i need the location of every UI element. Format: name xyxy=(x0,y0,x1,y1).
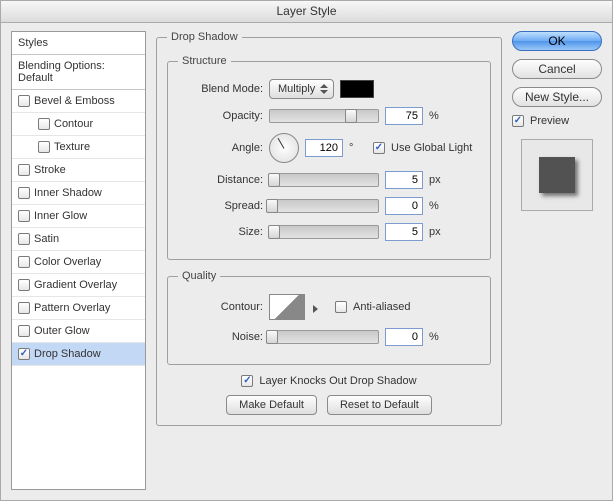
sidebar-checkbox[interactable] xyxy=(18,256,30,268)
sidebar-item-label: Pattern Overlay xyxy=(34,302,110,314)
sidebar-checkbox[interactable] xyxy=(38,141,50,153)
anti-aliased-checkbox[interactable] xyxy=(335,301,347,313)
new-style-button[interactable]: New Style... xyxy=(512,87,602,107)
sidebar-blending-header[interactable]: Blending Options: Default xyxy=(12,55,145,90)
sidebar-item-label: Inner Shadow xyxy=(34,187,102,199)
sidebar-item-bevel-emboss[interactable]: Bevel & Emboss xyxy=(12,90,145,113)
opacity-unit: % xyxy=(429,110,447,122)
angle-input[interactable] xyxy=(305,139,343,157)
layer-knocks-out-label: Layer Knocks Out Drop Shadow xyxy=(259,375,416,387)
shadow-color-swatch[interactable] xyxy=(340,80,374,98)
distance-slider[interactable] xyxy=(269,173,379,187)
sidebar-styles-header[interactable]: Styles xyxy=(12,32,145,55)
anti-aliased-label: Anti-aliased xyxy=(353,301,410,313)
opacity-label: Opacity: xyxy=(178,110,263,122)
preview-swatch xyxy=(539,157,575,193)
sidebar-item-color-overlay[interactable]: Color Overlay xyxy=(12,251,145,274)
sidebar-checkbox[interactable] xyxy=(18,302,30,314)
sidebar-item-contour[interactable]: Contour xyxy=(12,113,145,136)
spread-slider[interactable] xyxy=(269,199,379,213)
noise-label: Noise: xyxy=(178,331,263,343)
sidebar-item-label: Drop Shadow xyxy=(34,348,101,360)
sidebar-item-stroke[interactable]: Stroke xyxy=(12,159,145,182)
sidebar-item-label: Outer Glow xyxy=(34,325,90,337)
sidebar-item-inner-glow[interactable]: Inner Glow xyxy=(12,205,145,228)
sidebar-item-label: Contour xyxy=(54,118,93,130)
sidebar-checkbox[interactable] xyxy=(18,348,30,360)
sidebar-checkbox[interactable] xyxy=(38,118,50,130)
spread-label: Spread: xyxy=(178,200,263,212)
blend-mode-label: Blend Mode: xyxy=(178,83,263,95)
right-panel: OK Cancel New Style... Preview xyxy=(512,31,602,490)
sidebar-item-label: Stroke xyxy=(34,164,66,176)
sidebar-item-label: Gradient Overlay xyxy=(34,279,117,291)
angle-dial[interactable] xyxy=(269,133,299,163)
make-default-button[interactable]: Make Default xyxy=(226,395,317,415)
dialog-body: Styles Blending Options: Default Bevel &… xyxy=(1,23,612,500)
sidebar-checkbox[interactable] xyxy=(18,279,30,291)
reset-to-default-button[interactable]: Reset to Default xyxy=(327,395,432,415)
sidebar-item-label: Texture xyxy=(54,141,90,153)
sidebar-item-drop-shadow[interactable]: Drop Shadow xyxy=(12,343,145,366)
distance-unit: px xyxy=(429,174,447,186)
structure-legend: Structure xyxy=(178,55,231,67)
sidebar-item-label: Color Overlay xyxy=(34,256,101,268)
sidebar-checkbox[interactable] xyxy=(18,325,30,337)
use-global-light-label: Use Global Light xyxy=(391,142,472,154)
sidebar-item-label: Inner Glow xyxy=(34,210,87,222)
size-input[interactable] xyxy=(385,223,423,241)
sidebar-item-pattern-overlay[interactable]: Pattern Overlay xyxy=(12,297,145,320)
use-global-light-checkbox[interactable] xyxy=(373,142,385,154)
noise-input[interactable] xyxy=(385,328,423,346)
quality-legend: Quality xyxy=(178,270,220,282)
ok-button[interactable]: OK xyxy=(512,31,602,51)
distance-input[interactable] xyxy=(385,171,423,189)
angle-label: Angle: xyxy=(178,142,263,154)
drop-shadow-heading: Drop Shadow xyxy=(167,31,242,43)
sidebar-item-satin[interactable]: Satin xyxy=(12,228,145,251)
angle-unit: ° xyxy=(349,142,367,154)
preview-thumbnail xyxy=(521,139,593,211)
spread-input[interactable] xyxy=(385,197,423,215)
sidebar-item-inner-shadow[interactable]: Inner Shadow xyxy=(12,182,145,205)
contour-label: Contour: xyxy=(178,301,263,313)
structure-group: Structure Blend Mode: Multiply Opacity: … xyxy=(167,55,491,260)
drop-shadow-group: Drop Shadow Structure Blend Mode: Multip… xyxy=(156,31,502,426)
styles-sidebar: Styles Blending Options: Default Bevel &… xyxy=(11,31,146,490)
layer-knocks-out-checkbox[interactable] xyxy=(241,375,253,387)
quality-group: Quality Contour: Anti-aliased Noise: % xyxy=(167,270,491,365)
sidebar-checkbox[interactable] xyxy=(18,210,30,222)
sidebar-item-label: Bevel & Emboss xyxy=(34,95,115,107)
spread-unit: % xyxy=(429,200,447,212)
size-unit: px xyxy=(429,226,447,238)
contour-picker[interactable] xyxy=(269,294,305,320)
opacity-slider[interactable] xyxy=(269,109,379,123)
cancel-button[interactable]: Cancel xyxy=(512,59,602,79)
sidebar-item-outer-glow[interactable]: Outer Glow xyxy=(12,320,145,343)
size-slider[interactable] xyxy=(269,225,379,239)
preview-checkbox[interactable] xyxy=(512,115,524,127)
size-label: Size: xyxy=(178,226,263,238)
sidebar-checkbox[interactable] xyxy=(18,233,30,245)
distance-label: Distance: xyxy=(178,174,263,186)
sidebar-checkbox[interactable] xyxy=(18,95,30,107)
layer-style-dialog: Layer Style Styles Blending Options: Def… xyxy=(0,0,613,501)
sidebar-item-gradient-overlay[interactable]: Gradient Overlay xyxy=(12,274,145,297)
sidebar-item-label: Satin xyxy=(34,233,59,245)
noise-slider[interactable] xyxy=(269,330,379,344)
sidebar-checkbox[interactable] xyxy=(18,164,30,176)
sidebar-checkbox[interactable] xyxy=(18,187,30,199)
sidebar-item-texture[interactable]: Texture xyxy=(12,136,145,159)
blend-mode-select[interactable]: Multiply xyxy=(269,79,334,99)
dialog-title: Layer Style xyxy=(1,1,612,23)
noise-unit: % xyxy=(429,331,447,343)
main-panel: Drop Shadow Structure Blend Mode: Multip… xyxy=(156,31,502,490)
opacity-input[interactable] xyxy=(385,107,423,125)
preview-label: Preview xyxy=(530,115,569,127)
